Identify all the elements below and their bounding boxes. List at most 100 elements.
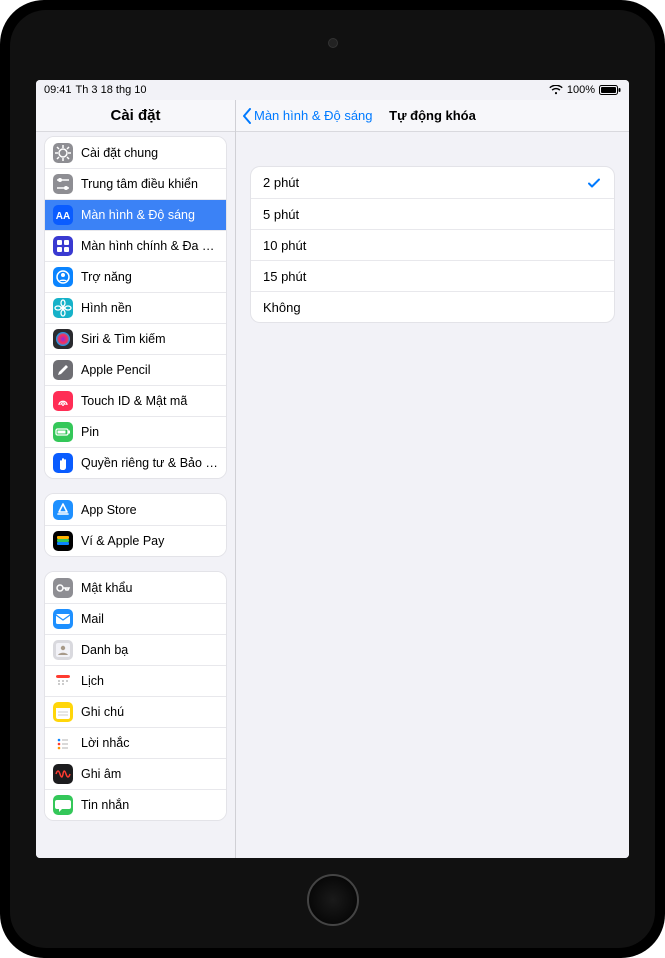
option-label: 2 phút <box>263 175 299 190</box>
settings-sidebar: Cài đặt Cài đặt chung Trung tâm điều khiể… <box>36 100 236 858</box>
screen: 09:41 Th 3 18 thg 10 100% Cài đặt Cài đặ <box>36 80 629 858</box>
autolock-option[interactable]: 15 phút <box>251 260 614 291</box>
checkmark-icon <box>586 175 602 191</box>
sidebar-item-reminders[interactable]: Lời nhắc <box>45 727 226 758</box>
calendar-icon <box>53 671 73 691</box>
status-date: Th 3 18 thg 10 <box>76 84 147 96</box>
option-label: 15 phút <box>263 269 306 284</box>
sidebar-item-siri[interactable]: Siri & Tìm kiếm <box>45 323 226 354</box>
option-label: Không <box>263 300 301 315</box>
sidebar-item-label: Mail <box>81 612 218 626</box>
sidebar-item-wallet[interactable]: Ví & Apple Pay <box>45 525 226 556</box>
sidebar-item-notes[interactable]: Ghi chú <box>45 696 226 727</box>
battery-percent: 100% <box>567 84 595 96</box>
pencil-icon <box>53 360 73 380</box>
wallet-icon <box>53 531 73 551</box>
chevron-left-icon <box>242 108 252 124</box>
option-label: 10 phút <box>263 238 306 253</box>
sidebar-item-privacy[interactable]: Quyền riêng tư & Bảo mật <box>45 447 226 478</box>
sidebar-item-label: Mật khẩu <box>81 581 218 595</box>
wifi-icon <box>549 85 563 95</box>
sidebar-item-voice[interactable]: Ghi âm <box>45 758 226 789</box>
ipad-frame: 09:41 Th 3 18 thg 10 100% Cài đặt Cài đặ <box>0 0 665 958</box>
display-icon: AA <box>53 205 73 225</box>
detail-navbar: Màn hình & Độ sáng Tự động khóa <box>236 100 629 132</box>
passwords-icon <box>53 578 73 598</box>
sidebar-item-passwords[interactable]: Mật khẩu <box>45 572 226 603</box>
sidebar-item-appstore[interactable]: App Store <box>45 494 226 525</box>
control-icon <box>53 174 73 194</box>
sidebar-title: Cài đặt <box>36 100 235 132</box>
sidebar-item-label: Danh bạ <box>81 643 218 657</box>
sidebar-item-label: Ghi âm <box>81 767 218 781</box>
sidebar-item-label: Ví & Apple Pay <box>81 534 218 548</box>
wallpaper-icon <box>53 298 73 318</box>
sidebar-item-messages[interactable]: Tin nhắn <box>45 789 226 820</box>
autolock-option[interactable]: 10 phút <box>251 229 614 260</box>
battery-icon <box>53 422 73 442</box>
ipad-frame-inner: 09:41 Th 3 18 thg 10 100% Cài đặt Cài đặ <box>10 10 655 948</box>
sidebar-item-pencil[interactable]: Apple Pencil <box>45 354 226 385</box>
sidebar-item-label: Hình nền <box>81 301 218 315</box>
sidebar-item-control[interactable]: Trung tâm điều khiển <box>45 168 226 199</box>
sidebar-item-touchid[interactable]: Touch ID & Mật mã <box>45 385 226 416</box>
battery-icon <box>599 85 621 95</box>
option-label: 5 phút <box>263 207 299 222</box>
home-button[interactable] <box>307 874 359 926</box>
sidebar-group: Mật khẩu Mail Danh bạ Lịch Ghi chú Lời nhắc Gh… <box>44 571 227 821</box>
contacts-icon <box>53 640 73 660</box>
sidebar-item-label: Trung tâm điều khiển <box>81 177 218 191</box>
sidebar-item-general[interactable]: Cài đặt chung <box>45 137 226 168</box>
back-label: Màn hình & Độ sáng <box>254 108 373 123</box>
split-content: Cài đặt Cài đặt chung Trung tâm điều khiể… <box>36 100 629 858</box>
sidebar-item-contacts[interactable]: Danh bạ <box>45 634 226 665</box>
sidebar-item-label: Trợ năng <box>81 270 218 284</box>
touchid-icon <box>53 391 73 411</box>
sidebar-scroll[interactable]: Cài đặt chung Trung tâm điều khiển AA Màn h… <box>36 132 235 858</box>
sidebar-item-label: Màn hình chính & Đa nhiệm <box>81 239 218 253</box>
autolock-option[interactable]: 5 phút <box>251 198 614 229</box>
sidebar-item-label: Màn hình & Độ sáng <box>81 208 218 222</box>
sidebar-item-mail[interactable]: Mail <box>45 603 226 634</box>
sidebar-item-label: Quyền riêng tư & Bảo mật <box>81 456 218 470</box>
sidebar-item-label: Lịch <box>81 674 218 688</box>
back-button[interactable]: Màn hình & Độ sáng <box>236 108 373 124</box>
sidebar-item-display[interactable]: AA Màn hình & Độ sáng <box>45 199 226 230</box>
sidebar-item-label: Siri & Tìm kiếm <box>81 332 218 346</box>
sidebar-item-label: Cài đặt chung <box>81 146 218 160</box>
sidebar-group: Cài đặt chung Trung tâm điều khiển AA Màn h… <box>44 136 227 479</box>
privacy-icon <box>53 453 73 473</box>
sidebar-item-accessibility[interactable]: Trợ năng <box>45 261 226 292</box>
sidebar-group: App Store Ví & Apple Pay <box>44 493 227 557</box>
sidebar-item-label: App Store <box>81 503 218 517</box>
voice-icon <box>53 764 73 784</box>
sidebar-item-battery[interactable]: Pin <box>45 416 226 447</box>
sidebar-item-label: Lời nhắc <box>81 736 218 750</box>
sidebar-item-calendar[interactable]: Lịch <box>45 665 226 696</box>
siri-icon <box>53 329 73 349</box>
sidebar-item-wallpaper[interactable]: Hình nền <box>45 292 226 323</box>
sidebar-item-label: Touch ID & Mật mã <box>81 394 218 408</box>
detail-pane: Màn hình & Độ sáng Tự động khóa 2 phút 5 … <box>236 100 629 858</box>
status-bar: 09:41 Th 3 18 thg 10 100% <box>36 80 629 100</box>
camera-dot <box>328 38 338 48</box>
detail-title: Tự động khóa <box>389 108 476 123</box>
svg-text:AA: AA <box>56 211 70 222</box>
sidebar-item-label: Pin <box>81 425 218 439</box>
notes-icon <box>53 702 73 722</box>
home-icon <box>53 236 73 256</box>
status-right: 100% <box>549 84 621 96</box>
appstore-icon <box>53 500 73 520</box>
autolock-option[interactable]: 2 phút <box>251 167 614 198</box>
autolock-options: 2 phút 5 phút 10 phút 15 phút Không <box>250 166 615 323</box>
sidebar-item-label: Tin nhắn <box>81 798 218 812</box>
mail-icon <box>53 609 73 629</box>
sidebar-item-label: Ghi chú <box>81 705 218 719</box>
messages-icon <box>53 795 73 815</box>
sidebar-item-label: Apple Pencil <box>81 363 218 377</box>
reminders-icon <box>53 733 73 753</box>
autolock-option[interactable]: Không <box>251 291 614 322</box>
status-time: 09:41 <box>44 84 72 96</box>
general-icon <box>53 143 73 163</box>
sidebar-item-home[interactable]: Màn hình chính & Đa nhiệm <box>45 230 226 261</box>
